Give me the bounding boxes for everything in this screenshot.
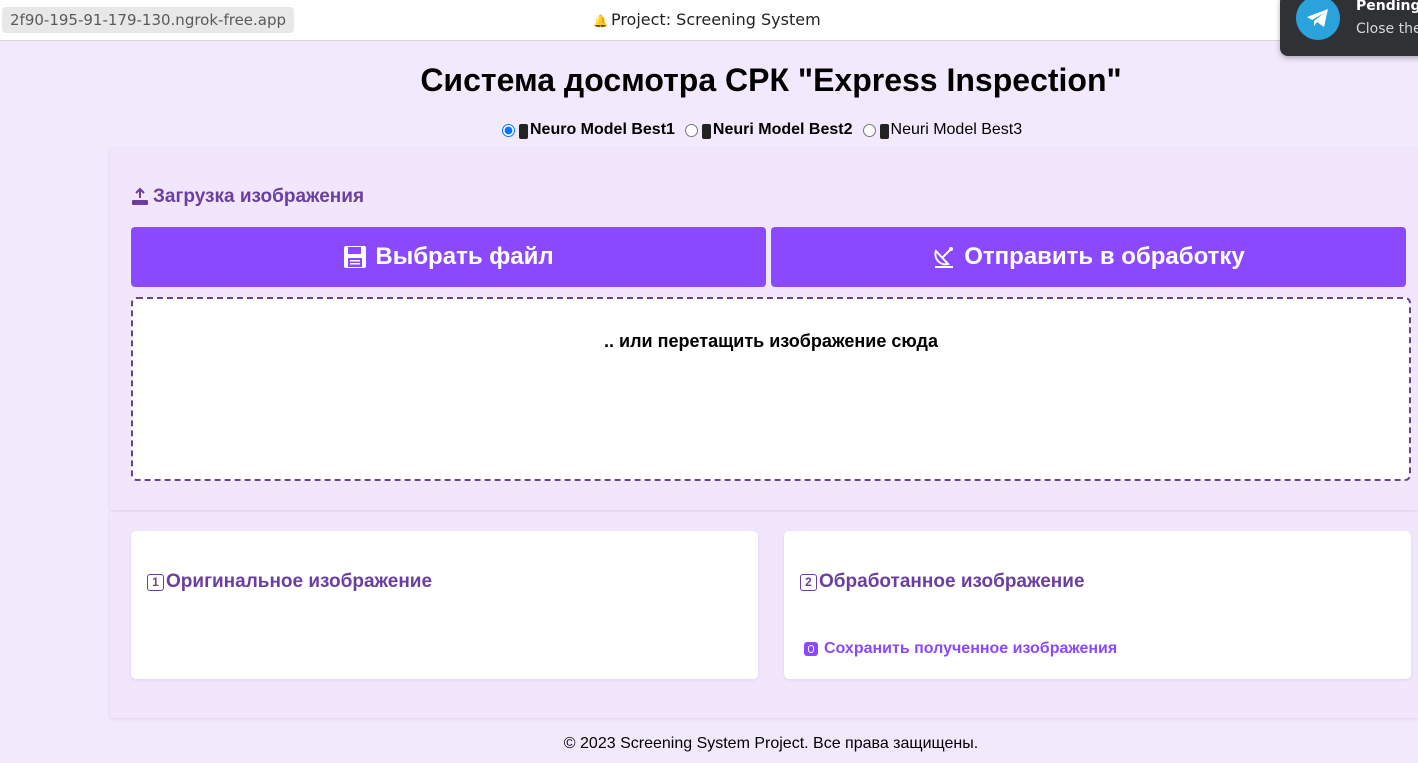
upload-section-title: Загрузка изображения [131, 186, 364, 208]
model-radio-1[interactable] [502, 123, 515, 137]
url-field[interactable]: 2f90-195-91-179-130.ngrok-free.app [2, 7, 295, 33]
telegram-icon [1296, 0, 1340, 40]
model-label-3: Neuri Model Best3 [890, 121, 1023, 138]
notification-title: Pending [1356, 0, 1418, 14]
notification-toast[interactable]: Pending Close the [1280, 0, 1418, 56]
processed-image-title-text: Обработанное изображение [819, 571, 1085, 592]
upload-section-title-text: Загрузка изображения [153, 186, 365, 207]
model-option-1[interactable]: Neuro Model Best1 [502, 121, 675, 139]
model-label-1: Neuro Model Best1 [530, 121, 675, 138]
keycap-two-icon: 2 [800, 573, 817, 591]
choose-file-button[interactable]: Выбрать файл [131, 227, 766, 287]
phone-icon [519, 123, 528, 139]
bell-icon: 🔔 [593, 14, 608, 28]
save-image-label: Сохранить полученное изображения [824, 640, 1118, 657]
model-option-2[interactable]: Neuri Model Best2 [684, 121, 853, 139]
choose-file-label: Выбрать файл [375, 243, 554, 270]
submit-processing-button[interactable]: Отправить в обработку [771, 227, 1406, 287]
original-image-title: 1 Оригинальное изображение [147, 571, 432, 593]
satellite-dish-icon [932, 245, 956, 269]
original-image-title-text: Оригинальное изображение [166, 571, 433, 592]
model-option-3[interactable]: Neuri Model Best3 [862, 121, 1023, 139]
image-dropzone[interactable]: .. или перетащить изображение сюда [131, 297, 1411, 481]
original-image-card [131, 531, 758, 679]
save-image-link[interactable]: Сохранить полученное изображения [804, 640, 1117, 658]
footer-text: © 2023 Screening System Project. Все пра… [563, 735, 979, 752]
tab-title-text: Project: Screening System [610, 10, 821, 29]
floppy-disk-icon [343, 245, 367, 269]
model-radio-3[interactable] [862, 123, 876, 137]
model-radio-2[interactable] [684, 123, 698, 137]
footer: © 2023 Screening System Project. Все пра… [0, 735, 1418, 753]
model-selector: Neuro Model Best1 Neuri Model Best2 Neur… [502, 121, 1032, 139]
upload-icon [131, 187, 149, 207]
submit-processing-label: Отправить в обработку [964, 243, 1245, 270]
phone-icon [879, 123, 889, 139]
notification-text: Close the [1356, 21, 1418, 37]
keycap-one-icon: 1 [147, 573, 164, 591]
phone-icon [701, 123, 711, 139]
mouse-icon [804, 642, 818, 656]
browser-top-bar: 2f90-195-91-179-130.ngrok-free.app 🔔 Proj… [0, 0, 1418, 41]
dropzone-text: .. или перетащить изображение сюда [604, 331, 938, 351]
model-label-2: Neuri Model Best2 [712, 121, 853, 138]
page-title-text: Система досмотра СРК "Express Inspection… [420, 62, 1122, 98]
processed-image-title: 2 Обработанное изображение [800, 571, 1085, 593]
page-title: Система досмотра СРК "Express Inspection… [0, 62, 1418, 99]
tab-title: 🔔 Project: Screening System [593, 10, 821, 29]
